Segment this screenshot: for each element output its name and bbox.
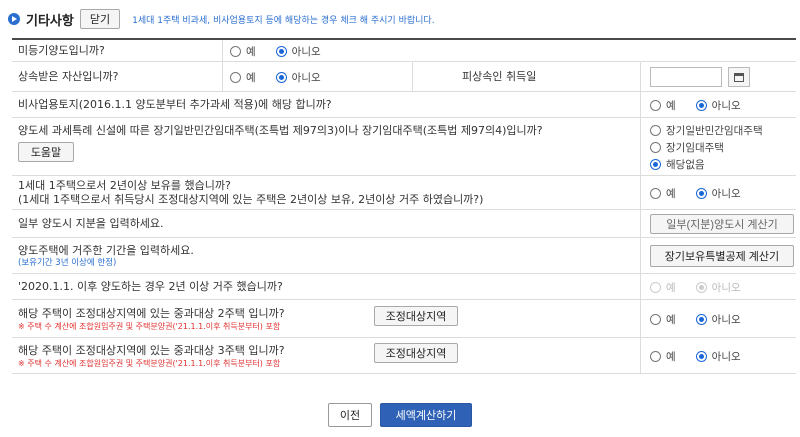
question-unregistered: 미등기양도입니까? (18, 44, 105, 57)
heavy-three-yes-option[interactable]: 예 (650, 349, 676, 364)
radio-icon[interactable] (230, 45, 241, 57)
rental-option-long-term-private[interactable]: 장기일반민간임대주택 (650, 123, 763, 138)
section-header: 기타사항 닫기 1세대 1주택 비과세, 비사업용토지 등에 해당하는 경우 체… (8, 6, 435, 32)
calendar-icon (734, 72, 744, 82)
adjusted-area-button-3[interactable]: 조정대상지역 (374, 343, 458, 363)
other-items-form: 미등기양도입니까? 예 아니오 상속받은 자산입니까? 예 아니오 피상속인 취… (12, 38, 796, 374)
heavy-two-no-option[interactable]: 아니오 (695, 312, 741, 327)
heavy-three-radio-group: 예 아니오 (650, 338, 761, 374)
radio-checked-icon[interactable] (695, 99, 707, 111)
since-2020-radio-group: 예 아니오 (650, 274, 761, 300)
non-business-land-radio-group: 예 아니오 (650, 92, 761, 118)
question-residence-period: 양도주택에 거주한 기간을 입력하세요. (18, 243, 194, 257)
residence-period-note: (보유기간 3년 이상에 한정) (18, 257, 117, 268)
question-partial-share: 일부 양도시 지분을 입력하세요. (18, 217, 164, 230)
row-inherited: 상속받은 자산입니까? 예 아니오 피상속인 취득일 (12, 62, 796, 92)
question-heavy-three: 해당 주택이 조정대상지역에 있는 중과대상 3주택 입니까? (18, 343, 285, 357)
radio-checked-icon[interactable] (695, 350, 707, 362)
radio-checked-icon[interactable] (275, 45, 287, 57)
row-rental-housing: 양도세 과세특례 신설에 따른 장기일반민간임대주택(조특법 제97의3)이나 … (12, 118, 796, 176)
inherited-no-option[interactable]: 아니오 (275, 70, 321, 85)
radio-checked-icon[interactable] (650, 158, 661, 170)
inherited-radio-group: 예 아니오 (230, 62, 341, 92)
heavy-three-warning: ※ 주택 수 계산에 조합원입주권 및 주택분양권('21.1.1.이후 취득분… (18, 358, 281, 368)
radio-disabled-icon (650, 281, 661, 293)
row-partial-share: 일부 양도시 지분을 입력하세요. 일부(지분)양도시 계산기 (12, 210, 796, 238)
unregistered-yes-option[interactable]: 예 (230, 44, 256, 59)
calendar-button[interactable] (728, 67, 750, 87)
radio-icon[interactable] (650, 313, 661, 325)
heavy-three-no-option[interactable]: 아니오 (695, 349, 741, 364)
radio-icon[interactable] (650, 124, 661, 136)
acquisition-date-label: 피상속인 취득일 (462, 70, 537, 83)
question-non-business-land: 비사업용토지(2016.1.1 양도분부터 추가과세 적용)에 해당 합니까? (18, 98, 332, 111)
row-non-business-land: 비사업용토지(2016.1.1 양도분부터 추가과세 적용)에 해당 합니까? … (12, 92, 796, 118)
one-house-yes-option[interactable]: 예 (650, 186, 676, 201)
arrow-circle-icon (8, 13, 20, 25)
one-house-no-option[interactable]: 아니오 (695, 186, 741, 201)
question-one-house-sub: (1세대 1주택으로서 취득당시 조정대상지역에 있는 주택은 2년이상 보유,… (18, 193, 484, 206)
acquisition-date-input[interactable] (650, 67, 722, 87)
row-heavy-three: 해당 주택이 조정대상지역에 있는 중과대상 3주택 입니까? ※ 주택 수 계… (12, 338, 796, 374)
long-term-deduction-calculator-button[interactable]: 장기보유특별공제 계산기 (650, 245, 794, 267)
rental-option-not-applicable[interactable]: 해당없음 (650, 157, 763, 172)
heavy-two-radio-group: 예 아니오 (650, 300, 761, 338)
rental-housing-radio-group: 장기일반민간임대주택 장기임대주택 해당없음 (650, 118, 763, 176)
question-rental-housing: 양도세 과세특례 신설에 따른 장기일반민간임대주택(조특법 제97의3)이나 … (18, 124, 543, 137)
radio-icon[interactable] (650, 141, 661, 153)
close-button[interactable]: 닫기 (79, 9, 121, 29)
row-one-house: 1세대 1주택으로서 2년이상 보유를 했습니까? (1세대 1주택으로서 취득… (12, 176, 796, 210)
unregistered-radio-group: 예 아니오 (230, 40, 341, 62)
section-note: 1세대 1주택 비과세, 비사업용토지 등에 해당하는 경우 체크 해 주시기 … (132, 15, 435, 26)
partial-share-calculator-button[interactable]: 일부(지분)양도시 계산기 (650, 214, 794, 234)
question-inherited: 상속받은 자산입니까? (18, 70, 119, 83)
radio-icon[interactable] (650, 350, 661, 362)
row-since-2020: '2020.1.1. 이후 양도하는 경우 2년 이상 거주 했습니까? 예 아… (12, 274, 796, 300)
non-business-land-no-option[interactable]: 아니오 (695, 98, 741, 113)
radio-checked-icon[interactable] (695, 187, 707, 199)
adjusted-area-button-2[interactable]: 조정대상지역 (374, 306, 458, 326)
form-actions: 이전 세액계산하기 (0, 403, 800, 427)
unregistered-no-option[interactable]: 아니오 (275, 44, 321, 59)
radio-checked-icon[interactable] (275, 71, 287, 83)
row-unregistered: 미등기양도입니까? 예 아니오 (12, 40, 796, 62)
radio-disabled-checked-icon (695, 281, 707, 293)
radio-icon[interactable] (230, 71, 241, 83)
calculate-tax-button[interactable]: 세액계산하기 (380, 403, 472, 427)
rental-option-long-term[interactable]: 장기임대주택 (650, 140, 763, 155)
heavy-two-yes-option[interactable]: 예 (650, 312, 676, 327)
non-business-land-yes-option[interactable]: 예 (650, 98, 676, 113)
heavy-two-warning: ※ 주택 수 계산에 조합원입주권 및 주택분양권('21.1.1.이후 취득분… (18, 321, 281, 331)
inherited-yes-option[interactable]: 예 (230, 70, 256, 85)
radio-icon[interactable] (650, 187, 661, 199)
section-title: 기타사항 (26, 13, 74, 29)
radio-checked-icon[interactable] (695, 313, 707, 325)
since-2020-yes-option: 예 (650, 280, 676, 295)
row-heavy-two: 해당 주택이 조정대상지역에 있는 중과대상 2주택 입니까? ※ 주택 수 계… (12, 300, 796, 338)
row-residence-period: 양도주택에 거주한 기간을 입력하세요. (보유기간 3년 이상에 한정) 장기… (12, 238, 796, 274)
question-heavy-two: 해당 주택이 조정대상지역에 있는 중과대상 2주택 입니까? (18, 306, 285, 320)
one-house-radio-group: 예 아니오 (650, 176, 761, 210)
previous-button[interactable]: 이전 (328, 403, 372, 427)
question-one-house: 1세대 1주택으로서 2년이상 보유를 했습니까? (18, 179, 231, 192)
help-button[interactable]: 도움말 (18, 142, 74, 162)
radio-icon[interactable] (650, 99, 661, 111)
question-since-2020: '2020.1.1. 이후 양도하는 경우 2년 이상 거주 했습니까? (18, 280, 283, 293)
since-2020-no-option: 아니오 (695, 280, 741, 295)
